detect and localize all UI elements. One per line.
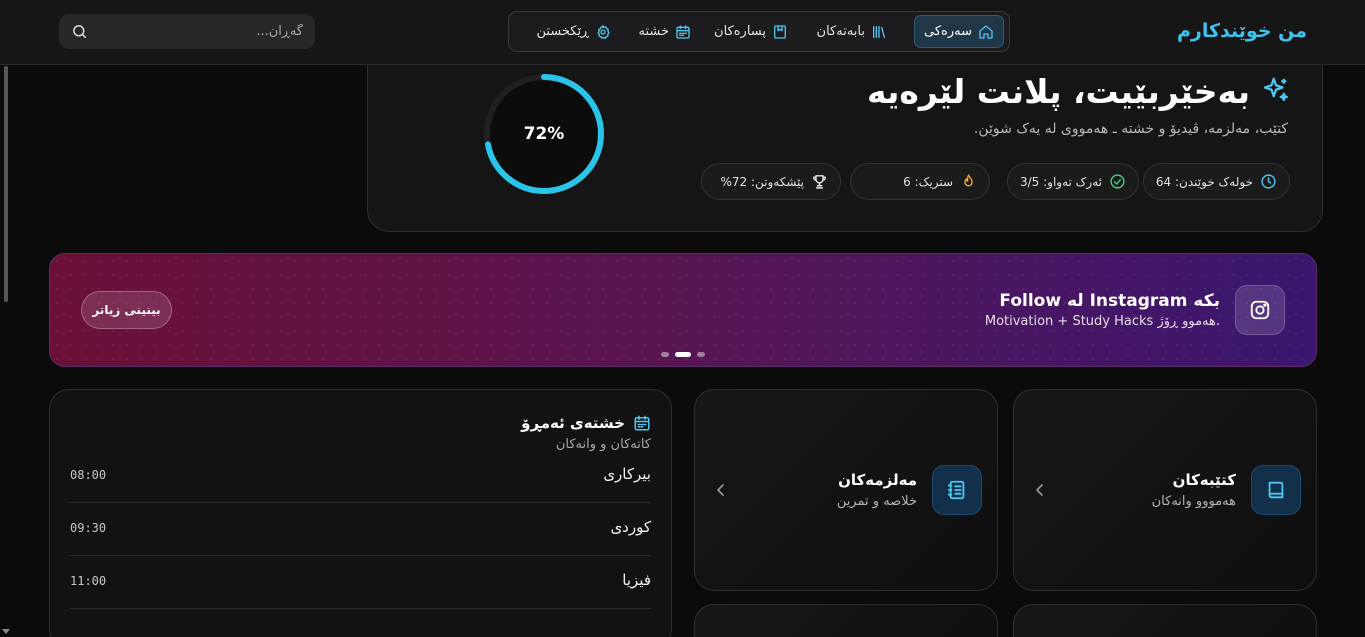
home-icon <box>979 24 993 39</box>
carousel-dot-active[interactable] <box>675 352 691 357</box>
nav-item-label: پسارەکان <box>714 24 766 39</box>
progress-percent: 72% <box>523 124 565 144</box>
carousel-dot[interactable] <box>697 352 705 357</box>
brand-logo[interactable]: من خوێندکارم <box>1177 20 1307 42</box>
nav-item-label: خشتە <box>638 24 669 39</box>
stat-label: ستریک: 6 <box>903 174 953 189</box>
gear-icon <box>597 24 610 39</box>
nav-item-schedule[interactable]: خشتە <box>629 15 700 48</box>
schedule-title: خشتەی ئەمڕۆ <box>521 414 625 432</box>
schedule-row[interactable]: 08:00 بیرکاری <box>70 450 651 503</box>
stat-progress: پێشکەوتن: 72% <box>701 163 841 200</box>
nav-item-home[interactable]: سەرەکی <box>914 15 1004 48</box>
books-icon-box <box>1251 465 1301 515</box>
card-subtitle: هەمووو وانەکان <box>1151 494 1236 509</box>
feature-card-partial[interactable] <box>694 604 998 637</box>
card-title: مەلزمەکان <box>838 471 917 489</box>
flame-icon <box>964 174 973 187</box>
sparkle-icon <box>1263 77 1288 102</box>
nav-item-label: بابەتەکان <box>816 24 865 39</box>
see-more-button[interactable]: بینینی زیاتر <box>81 291 172 329</box>
welcome-subtitle: کتێب، مەلزمە، ڤیدیۆ و خشتە ـ هەمووی لە ی… <box>973 121 1288 137</box>
vertical-scrollbar[interactable] <box>4 66 8 302</box>
card-title: کتێبەکان <box>1172 471 1236 489</box>
instagram-icon-box <box>1235 285 1285 335</box>
stat-label: پێشکەوتن: 72% <box>720 174 804 189</box>
search-input[interactable] <box>103 14 303 49</box>
check-circle-icon <box>1110 174 1125 189</box>
nav-item-settings[interactable]: ڕێکخستن <box>527 15 620 48</box>
clock-icon <box>1261 174 1276 189</box>
bookmark-icon <box>774 24 786 39</box>
top-navigation-bar: من خوێندکارم سەرەکی بابەتەکان پسارەکان خ… <box>0 0 1365 65</box>
chevron-left-icon <box>1036 484 1043 496</box>
notebook-icon <box>947 480 965 500</box>
calendar-icon <box>634 415 650 431</box>
schedule-time: 08:00 <box>70 468 107 482</box>
main-nav: سەرەکی بابەتەکان پسارەکان خشتە ڕێکخستن <box>508 11 1010 52</box>
banner-subtitle: Motivation + Study Hacks هەموو ڕۆژ. <box>984 314 1220 329</box>
booklets-card[interactable]: مەلزمەکان خلاصە و تمرین <box>694 389 998 591</box>
stat-label: خولەک خوێندن: 64 <box>1155 174 1253 189</box>
schedule-row[interactable]: 11:00 فیزیا <box>70 556 651 609</box>
schedule-subject: کوردی <box>610 518 651 536</box>
banner-title: Follow لە Instagram بکە <box>999 291 1220 311</box>
schedule-subject: فیزیا <box>622 571 651 589</box>
trophy-icon <box>813 175 826 189</box>
search-icon[interactable] <box>71 23 88 40</box>
schedule-time: 09:30 <box>70 521 107 535</box>
schedule-time: 11:00 <box>70 574 107 588</box>
stat-label: ئەرک تەواو: 3/5 <box>1020 174 1102 189</box>
nav-item-questions[interactable]: پسارەکان <box>705 15 797 48</box>
schedule-subject: بیرکاری <box>603 465 651 483</box>
booklets-icon-box <box>932 465 982 515</box>
scroll-down-arrow-icon[interactable] <box>2 628 10 636</box>
book-icon <box>1268 481 1284 499</box>
chevron-left-icon <box>717 484 724 496</box>
carousel-dot[interactable] <box>661 352 669 357</box>
stat-tasks-done: ئەرک تەواو: 3/5 <box>1007 163 1139 200</box>
welcome-card: بەخێربێیت، پلانت لێرەیە کتێب، مەلزمە، ڤی… <box>367 40 1323 232</box>
nav-item-label: سەرەکی <box>924 24 972 39</box>
instagram-icon <box>1250 300 1270 320</box>
welcome-title: بەخێربێیت، پلانت لێرەیە <box>866 72 1250 111</box>
instagram-banner[interactable]: Follow لە Instagram بکە Motivation + Stu… <box>49 253 1317 367</box>
card-subtitle: خلاصە و تمرین <box>836 494 917 509</box>
calendar-icon <box>676 24 690 39</box>
library-icon <box>873 25 885 38</box>
stat-study-minutes: خولەک خوێندن: 64 <box>1142 163 1290 200</box>
search-box <box>59 14 315 49</box>
nav-item-label: ڕێکخستن <box>536 24 589 39</box>
nav-item-subjects[interactable]: بابەتەکان <box>808 15 896 48</box>
stat-streak: ستریک: 6 <box>850 163 990 200</box>
feature-card-partial[interactable] <box>1013 604 1317 637</box>
books-card[interactable]: کتێبەکان هەمووو وانەکان <box>1013 389 1317 591</box>
today-schedule-card: خشتەی ئەمڕۆ کاتەکان و وانەکان 08:00 بیرک… <box>49 389 672 637</box>
schedule-row[interactable]: 09:30 کوردی <box>70 503 651 556</box>
